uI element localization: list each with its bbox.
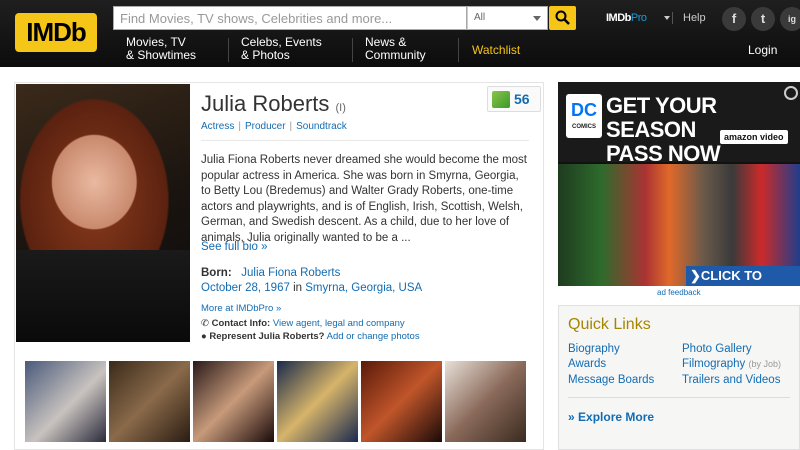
search-icon bbox=[555, 10, 570, 25]
starmeter-badge[interactable]: 56 bbox=[487, 86, 541, 112]
photo-thumbnail[interactable] bbox=[25, 361, 106, 442]
represent-row: ● Represent Julia Roberts? Add or change… bbox=[201, 331, 420, 342]
nav-label-line2: & Showtimes bbox=[126, 48, 197, 62]
role-link-actress[interactable]: Actress bbox=[201, 121, 234, 132]
dc-logo-subtext: COMICS bbox=[572, 124, 596, 130]
filmography-note: (by Job) bbox=[748, 359, 781, 369]
more-at-imdbpro-link[interactable]: More at IMDbPro » bbox=[201, 303, 281, 314]
quick-link-filmography-row: Filmography (by Job) bbox=[682, 358, 781, 370]
explore-more-label: Explore More bbox=[578, 410, 655, 424]
photo-thumbnail[interactable] bbox=[277, 361, 358, 442]
double-chevron-down-icon: » bbox=[568, 410, 575, 424]
dc-logo-text: DC bbox=[571, 100, 597, 120]
see-full-bio-link[interactable]: See full bio » bbox=[201, 241, 268, 253]
photo-thumbnail[interactable] bbox=[445, 361, 526, 442]
person-name: Julia Roberts bbox=[201, 91, 330, 116]
birth-date-link[interactable]: October 28, 1967 bbox=[201, 282, 290, 294]
photo-thumbnail[interactable] bbox=[109, 361, 190, 442]
add-change-photos-link[interactable]: Add or change photos bbox=[327, 331, 420, 342]
role-link-soundtrack[interactable]: Soundtrack bbox=[296, 121, 347, 132]
imdbpro-brand: IMDb bbox=[606, 12, 631, 24]
nav-divider bbox=[458, 38, 459, 62]
person-icon: ● bbox=[201, 331, 207, 342]
help-link[interactable]: Help bbox=[683, 12, 706, 24]
nav-divider bbox=[228, 38, 229, 62]
chevron-down-icon bbox=[533, 16, 541, 21]
bio-text: Julia Fiona Roberts never dreamed she wo… bbox=[201, 154, 528, 244]
photo-thumbnail[interactable] bbox=[193, 361, 274, 442]
imdbpro-suffix: Pro bbox=[630, 12, 647, 24]
starmeter-value: 56 bbox=[514, 91, 530, 107]
ad-headline-line2: PASS NOW bbox=[606, 141, 721, 166]
born-in-text: in bbox=[293, 282, 303, 294]
dc-comics-logo: DC COMICS bbox=[566, 94, 602, 138]
profile-photo-lower bbox=[16, 250, 190, 342]
imdb-logo[interactable]: IMDb bbox=[15, 13, 97, 52]
imdbpro-link[interactable]: IMDbPro bbox=[606, 12, 670, 24]
represent-label: Represent Julia Roberts? bbox=[209, 331, 325, 342]
nav-label-line2: & Photos bbox=[241, 48, 290, 62]
search-button[interactable] bbox=[549, 6, 576, 30]
page-title: Julia Roberts (I) bbox=[201, 91, 346, 117]
chevron-down-icon bbox=[664, 16, 670, 20]
replay-icon[interactable] bbox=[784, 86, 798, 100]
quick-link-awards[interactable]: Awards bbox=[568, 358, 606, 370]
advertisement-banner[interactable]: DC COMICS GET YOUR SEASON PASS NOW amazo… bbox=[558, 82, 800, 286]
starmeter-icon bbox=[492, 91, 510, 108]
contact-info-link[interactable]: View agent, legal and company bbox=[273, 318, 405, 329]
quick-link-photo-gallery[interactable]: Photo Gallery bbox=[682, 343, 752, 355]
role-link-producer[interactable]: Producer bbox=[245, 121, 286, 132]
role-separator: | bbox=[238, 121, 241, 132]
quick-links-title: Quick Links bbox=[568, 316, 651, 333]
section-divider bbox=[201, 140, 529, 141]
quick-link-message-boards[interactable]: Message Boards bbox=[568, 374, 654, 386]
birth-info: Born: Julia Fiona Roberts October 28, 19… bbox=[201, 266, 531, 296]
search-input[interactable]: Find Movies, TV shows, Celebrities and m… bbox=[113, 6, 467, 30]
job-categories: Actress | Producer | Soundtrack bbox=[201, 121, 347, 132]
photo-thumbnail[interactable] bbox=[361, 361, 442, 442]
explore-more-link[interactable]: » Explore More bbox=[568, 410, 654, 424]
nav-movies-tv-showtimes[interactable]: Movies, TV & Showtimes bbox=[126, 36, 196, 67]
ad-click-to-expand-button[interactable]: ❯CLICK TO EXPAND bbox=[686, 266, 800, 286]
nav-celebs-events-photos[interactable]: Celebs, Events & Photos bbox=[241, 36, 322, 67]
birth-name-link[interactable]: Julia Fiona Roberts bbox=[241, 267, 340, 279]
birth-place-link[interactable]: Smyrna, Georgia, USA bbox=[305, 282, 422, 294]
phone-icon: ✆ bbox=[201, 318, 209, 329]
quick-link-filmography[interactable]: Filmography bbox=[682, 358, 745, 370]
contact-info-label: Contact Info: bbox=[211, 318, 271, 329]
nav-watchlist[interactable]: Watchlist bbox=[472, 44, 520, 75]
instagram-icon[interactable]: ig bbox=[780, 7, 800, 31]
search-category-label: All bbox=[474, 12, 486, 23]
role-separator: | bbox=[289, 121, 293, 132]
twitter-icon[interactable]: t bbox=[751, 7, 775, 31]
born-label: Born: bbox=[201, 267, 232, 279]
login-button[interactable]: Login bbox=[748, 43, 777, 57]
nav-news-community[interactable]: News & Community bbox=[365, 36, 426, 67]
nav-divider bbox=[352, 38, 353, 62]
amazon-video-logo: amazon video bbox=[720, 130, 788, 144]
facebook-icon[interactable]: f bbox=[722, 7, 746, 31]
ad-feedback-link[interactable]: ad feedback bbox=[657, 288, 701, 297]
name-disambiguation: (I) bbox=[335, 102, 346, 114]
nav-label-line2: Community bbox=[365, 48, 426, 62]
quick-links-divider bbox=[568, 397, 790, 398]
quick-link-biography[interactable]: Biography bbox=[568, 343, 620, 355]
contact-info-row: ✆ Contact Info: View agent, legal and co… bbox=[201, 318, 405, 329]
quick-link-trailers-videos[interactable]: Trailers and Videos bbox=[682, 374, 780, 386]
header-divider bbox=[672, 12, 673, 24]
search-category-select[interactable]: All bbox=[467, 6, 548, 30]
